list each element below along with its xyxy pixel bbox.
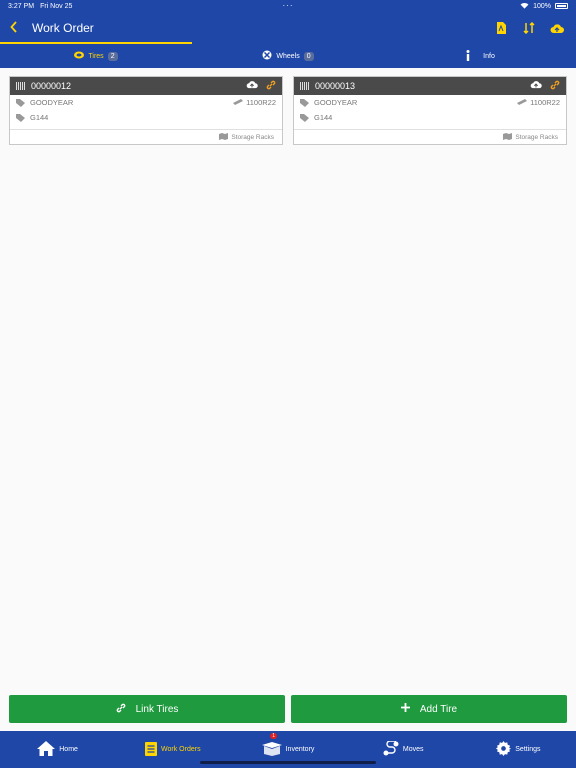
- card-footer: Storage Racks: [10, 129, 282, 144]
- link-tires-button[interactable]: Link Tires: [9, 695, 285, 723]
- card-header: 00000012: [10, 77, 282, 95]
- home-indicator[interactable]: [200, 761, 376, 764]
- tab-info[interactable]: Info: [384, 44, 576, 68]
- nav-label: Settings: [515, 746, 541, 753]
- tags-icon: [300, 113, 310, 122]
- cloud-upload-icon[interactable]: [550, 21, 564, 35]
- tag-icon: [300, 98, 310, 107]
- nav-label: Work Orders: [161, 746, 201, 753]
- route-icon: [383, 740, 399, 758]
- sort-icon[interactable]: [522, 21, 536, 35]
- link-icon: [116, 703, 126, 716]
- button-label: Add Tire: [419, 703, 458, 715]
- tire-id: 00000013: [315, 81, 356, 91]
- clipboard-icon: [145, 741, 158, 758]
- tire-card[interactable]: 00000012 GOODYEAR 1100R22 G144 Storage R…: [9, 76, 283, 145]
- tire-brand: GOODYEAR: [314, 98, 358, 107]
- tire-card[interactable]: 00000013 GOODYEAR 1100R22 G144 Storage R…: [293, 76, 567, 145]
- nav-label: Moves: [402, 746, 424, 753]
- tab-bar: Tires 2 Wheels 0 Info: [0, 44, 576, 68]
- tire-size-icon: [233, 98, 244, 107]
- tire-model: G144: [314, 113, 333, 122]
- add-tire-button[interactable]: Add Tire: [291, 695, 567, 723]
- link-icon[interactable]: [266, 80, 276, 92]
- card-header: 00000013: [294, 77, 566, 95]
- cloud-upload-icon[interactable]: [246, 80, 258, 92]
- active-tab-indicator: [0, 42, 192, 44]
- action-buttons: Link Tires Add Tire: [9, 695, 567, 723]
- tab-label: Tires: [88, 52, 104, 60]
- tag-icon: [16, 98, 26, 107]
- tire-size-icon: [517, 98, 528, 107]
- map-icon: [219, 132, 229, 142]
- barcode-icon: [16, 82, 26, 90]
- tab-wheels[interactable]: Wheels 0: [192, 44, 384, 68]
- battery-icon: [555, 3, 568, 9]
- tab-tires[interactable]: Tires 2: [0, 44, 192, 68]
- nav-label: Home: [59, 746, 78, 753]
- plus-icon: [400, 703, 410, 715]
- page-title: Work Order: [32, 21, 94, 35]
- wheel-icon: [262, 50, 272, 62]
- brand-row: GOODYEAR 1100R22: [294, 95, 566, 110]
- tire-location: Storage Racks: [231, 133, 274, 141]
- tab-label: Info: [483, 52, 495, 60]
- tab-label: Wheels: [276, 52, 300, 60]
- tags-icon: [16, 113, 26, 122]
- tire-id: 00000012: [31, 81, 72, 91]
- info-icon: [465, 49, 471, 63]
- status-bar: 3:27 PM Fri Nov 25 ··· 100%: [0, 0, 576, 12]
- tire-size: 1100R22: [530, 98, 560, 107]
- button-label: Link Tires: [135, 703, 179, 715]
- cloud-upload-icon[interactable]: [530, 80, 542, 92]
- box-icon: [261, 741, 282, 758]
- navigation-bar: Work Order: [0, 12, 576, 44]
- nav-settings[interactable]: Settings: [461, 731, 576, 768]
- link-icon[interactable]: [550, 80, 560, 92]
- tire-card-list: 00000012 GOODYEAR 1100R22 G144 Storage R…: [9, 76, 567, 145]
- nav-home[interactable]: Home: [0, 731, 115, 768]
- model-row: G144: [294, 110, 566, 125]
- nav-label: Inventory: [285, 746, 315, 753]
- tire-location: Storage Racks: [515, 133, 558, 141]
- tab-count-badge: 2: [107, 51, 118, 61]
- brand-row: GOODYEAR 1100R22: [10, 95, 282, 110]
- pdf-icon[interactable]: [494, 21, 508, 35]
- tab-count-badge: 0: [303, 51, 314, 61]
- map-icon: [503, 132, 513, 142]
- multitask-dots[interactable]: ···: [0, 1, 576, 10]
- model-row: G144: [10, 110, 282, 125]
- home-icon: [37, 741, 56, 758]
- tire-brand: GOODYEAR: [30, 98, 74, 107]
- barcode-icon: [300, 82, 310, 90]
- gear-icon: [496, 741, 512, 758]
- chevron-left-icon[interactable]: [2, 20, 26, 36]
- tire-icon: [74, 51, 85, 61]
- tire-model: G144: [30, 113, 49, 122]
- card-footer: Storage Racks: [294, 129, 566, 144]
- tire-size: 1100R22: [246, 98, 276, 107]
